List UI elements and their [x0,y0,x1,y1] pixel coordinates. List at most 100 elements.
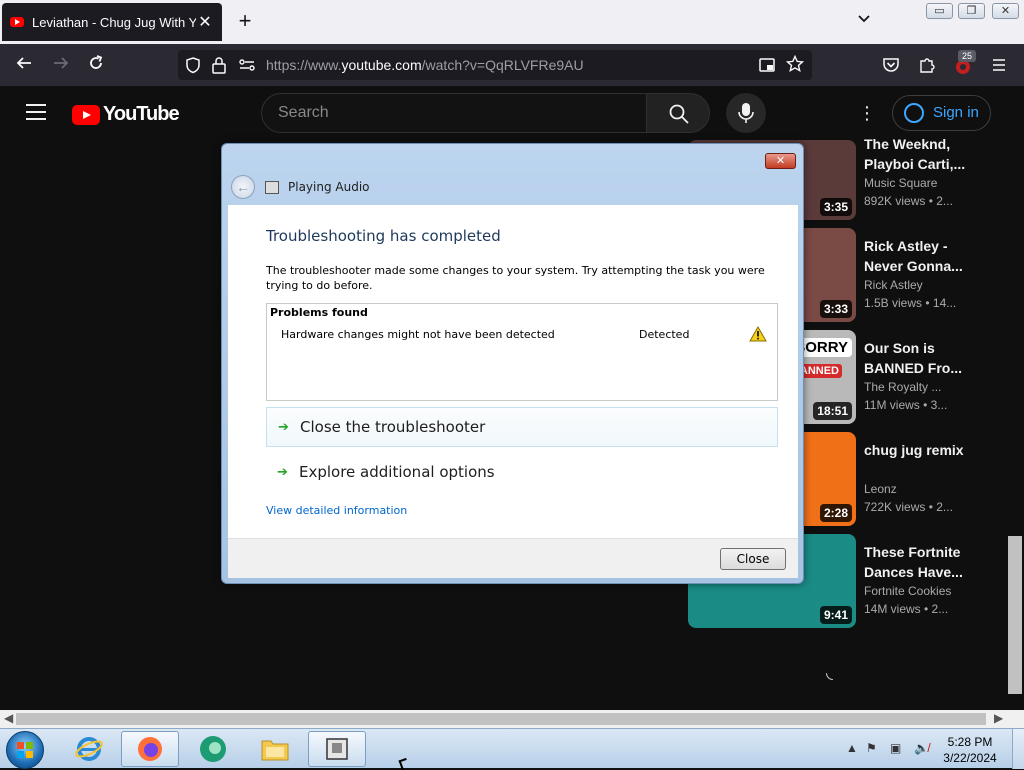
windows-logo-icon [17,742,33,758]
clock-time: 5:28 PM [947,735,993,749]
dialog-footer: Close [228,538,798,578]
show-hidden-icons-chevron-icon[interactable]: ▲ [846,741,858,755]
volume-muted-icon[interactable]: 🔈̸ [914,741,929,755]
problem-name: Hardware changes might not have been det… [281,328,555,341]
restore-button[interactable]: ❐ [958,3,985,19]
video-title[interactable]: Rick Astley - Never Gonna... [864,236,1014,276]
scroll-right-arrow-icon[interactable]: ▶ [994,711,1003,725]
video-duration: 18:51 [813,402,852,420]
browser-tab[interactable]: Leviathan - Chug Jug With You ✕ [2,3,222,41]
lock-icon[interactable] [211,56,227,79]
video-title[interactable]: These Fortnite Dances Have... [864,542,1014,582]
close-troubleshooter-link[interactable]: ➔ Close the troubleshooter [266,407,778,447]
vertical-scrollbar-thumb[interactable] [1008,536,1022,694]
explore-options-label: Explore additional options [299,463,495,481]
dialog-heading: Troubleshooting has completed [266,227,501,245]
minimize-button[interactable]: ▭ [926,3,953,19]
taskbar-internet-explorer[interactable] [60,731,118,767]
window-close-button[interactable]: ✕ [992,3,1019,19]
clock-date: 3/22/2024 [943,751,997,765]
video-meta: 722K views • 2... [864,500,953,514]
green-arrow-icon: ➔ [278,420,289,435]
dialog-body: Troubleshooting has completed The troubl… [228,205,798,538]
forward-arrow-icon[interactable] [50,54,72,76]
video-meta: 1.5B views • 14... [864,296,957,310]
view-detailed-information-link[interactable]: View detailed information [266,504,407,517]
network-icon[interactable]: ▣ [890,741,901,755]
horizontal-scrollbar-thumb[interactable] [16,713,986,725]
close-troubleshooter-label: Close the troubleshooter [300,418,486,436]
tab-close-button[interactable]: ✕ [196,12,214,32]
youtube-play-logo-icon [72,104,100,125]
explore-options-link[interactable]: ➔ Explore additional options [266,453,778,493]
show-desktop-button[interactable] [1012,729,1024,769]
site-permissions-icon[interactable] [238,58,256,77]
taskbar-troubleshooter[interactable] [308,731,366,767]
video-channel[interactable]: The Royalty ... [864,380,941,394]
video-channel[interactable]: Leonz [864,482,897,496]
taskbar-edge[interactable] [184,731,242,767]
video-title[interactable]: chug jug remix [864,440,1014,460]
scroll-left-arrow-icon[interactable]: ◀ [4,711,13,725]
user-avatar-icon [904,103,924,123]
youtube-favicon-icon [10,17,24,27]
troubleshooter-icon [326,738,348,760]
hamburger-menu-icon[interactable] [990,56,1008,79]
system-clock[interactable]: 5:28 PM 3/22/2024 [936,734,1004,766]
back-arrow-icon[interactable] [13,54,35,76]
green-arrow-icon: ➔ [277,465,288,480]
youtube-logo[interactable]: YouTube [72,103,180,126]
video-duration: 9:41 [819,606,852,624]
new-tab-button[interactable]: + [234,10,256,32]
video-channel[interactable]: Rick Astley [864,278,923,292]
picture-in-picture-icon[interactable] [758,56,776,79]
url-text[interactable]: https://www.youtube.com/watch?v=QqRLVFRe… [266,57,584,73]
search-icon [669,104,689,124]
search-input[interactable]: Search [261,93,647,133]
tab-title: Leviathan - Chug Jug With You [32,14,196,30]
video-duration: 3:35 [819,198,852,216]
problem-status: Detected [639,328,690,341]
address-bar[interactable]: https://www.youtube.com/watch?v=QqRLVFRe… [178,50,812,80]
problems-found-box: Problems found Hardware changes might no… [266,303,778,401]
sign-in-label: Sign in [933,104,979,121]
troubleshooter-dialog: ✕ ← Playing Audio Troubleshooting has co… [221,143,804,584]
edge-icon [200,736,226,762]
browser-tab-strip: Leviathan - Chug Jug With You ✕ + ▭ ❐ ✕ [0,0,1024,44]
windows-taskbar: ▲ ⚑ ▣ 🔈̸ 5:28 PM 3/22/2024 [0,728,1024,770]
video-meta: 14M views • 2... [864,602,949,616]
dialog-title: Playing Audio [288,180,370,194]
video-channel[interactable]: Music Square [864,176,937,190]
video-title[interactable]: The Weeknd, Playboi Carti,... [864,134,1014,174]
firefox-icon [138,737,162,761]
internet-explorer-icon [75,737,103,761]
list-all-tabs-chevron-icon[interactable] [854,12,874,32]
microphone-icon [738,103,754,123]
guide-menu-icon[interactable] [26,104,46,120]
browser-navigation-bar: https://www.youtube.com/watch?v=QqRLVFRe… [0,44,1024,86]
mouse-cursor-icon [398,757,410,770]
tracking-protection-shield-icon[interactable] [184,56,202,79]
loading-spinner-icon: ◟ [826,662,833,682]
dialog-close-x-button[interactable]: ✕ [765,153,796,169]
dialog-description: The troubleshooter made some changes to … [266,264,765,292]
pocket-icon[interactable] [882,56,900,79]
video-meta: 11M views • 3... [864,398,948,412]
settings-kebab-icon[interactable]: ⋮ [858,102,876,124]
troubleshooter-app-icon [265,181,279,194]
dialog-back-arrow-icon[interactable]: ← [231,175,255,199]
taskbar-file-explorer[interactable] [246,731,304,767]
extensions-puzzle-icon[interactable] [918,56,936,79]
video-channel[interactable]: Fortnite Cookies [864,584,951,598]
warning-icon [749,325,767,342]
folder-icon [261,740,289,761]
start-button[interactable] [6,731,44,769]
reload-icon[interactable] [85,54,107,76]
action-center-flag-icon[interactable]: ⚑ [866,741,877,755]
video-title[interactable]: Our Son is BANNED Fro... [864,338,1014,378]
bookmark-star-icon[interactable] [785,54,805,78]
problems-found-header: Problems found [270,306,368,319]
taskbar-firefox[interactable] [121,731,179,767]
close-button[interactable]: Close [720,548,786,570]
video-duration: 2:28 [819,504,852,522]
